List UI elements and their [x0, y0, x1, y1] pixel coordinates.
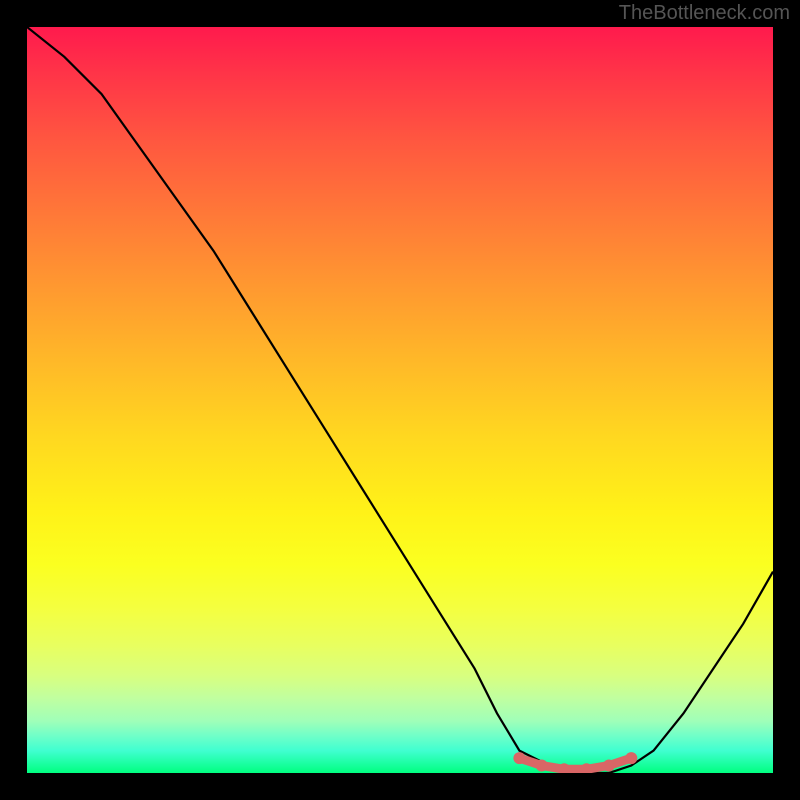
watermark-text: TheBottleneck.com: [619, 2, 790, 25]
optimum-marker: [603, 760, 615, 772]
optimum-marker: [513, 752, 525, 764]
optimum-marker: [625, 752, 637, 764]
optimum-markers: [513, 752, 637, 773]
optimum-marker: [536, 760, 548, 772]
chart-markers-layer: [27, 27, 773, 773]
